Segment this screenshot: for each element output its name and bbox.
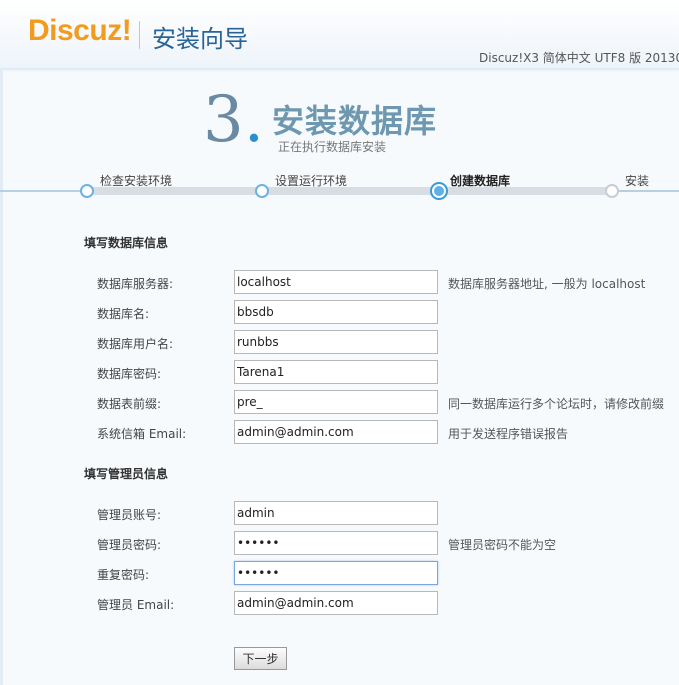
table-prefix-hint: 同一数据库运行多个论坛时，请修改前缀 (448, 397, 665, 411)
admin-email-input[interactable] (234, 591, 438, 615)
progress-node-2 (255, 184, 269, 198)
logo-separator (139, 21, 140, 49)
step-title: 安装数据库 (272, 102, 438, 140)
db-name-input[interactable] (234, 300, 438, 324)
next-step-button[interactable]: 下一步 (234, 647, 287, 670)
step-label-install: 安装 (625, 174, 650, 188)
admin-username-input[interactable] (234, 501, 438, 525)
db-name-label: 数据库名: (97, 307, 150, 321)
db-user-input[interactable] (234, 330, 438, 354)
step-label-check-env: 检查安装环境 (100, 174, 173, 188)
repeat-password-input[interactable] (234, 561, 438, 585)
progress-node-3 (430, 182, 448, 200)
progress-node-4 (605, 184, 619, 198)
admin-section-title: 填写管理员信息 (84, 467, 169, 481)
admin-email-label: 管理员 Email: (97, 598, 175, 612)
left-border (0, 70, 3, 685)
step-number: 3. (203, 83, 265, 157)
admin-password-input[interactable] (234, 531, 438, 555)
step-subtitle: 正在执行数据库安装 (278, 140, 387, 154)
admin-username-label: 管理员账号: (97, 508, 162, 522)
discuz-logo: Discuz! (28, 14, 132, 47)
table-prefix-label: 数据表前缀: (97, 397, 162, 411)
db-server-hint: 数据库服务器地址, 一般为 localhost (448, 277, 646, 291)
db-user-label: 数据库用户名: (97, 337, 174, 351)
db-section-title: 填写数据库信息 (84, 236, 169, 250)
wizard-title: 安装向导 (152, 25, 248, 53)
step-label-setup-env: 设置运行环境 (275, 174, 348, 188)
db-server-label: 数据库服务器: (97, 277, 174, 291)
progress-node-1 (80, 184, 94, 198)
admin-password-hint: 管理员密码不能为空 (448, 538, 557, 552)
system-email-input[interactable] (234, 420, 438, 444)
system-email-label: 系统信箱 Email: (97, 427, 187, 441)
table-prefix-input[interactable] (234, 390, 438, 414)
header-divider (0, 68, 679, 72)
admin-password-label: 管理员密码: (97, 538, 162, 552)
repeat-password-label: 重复密码: (97, 568, 150, 582)
db-password-input[interactable] (234, 360, 438, 384)
system-email-hint: 用于发送程序错误报告 (448, 427, 569, 441)
db-password-label: 数据库密码: (97, 367, 162, 381)
version-info: Discuz!X3 简体中文 UTF8 版 2013080 (479, 51, 679, 65)
db-server-input[interactable] (234, 270, 438, 294)
step-label-create-db: 创建数据库 (450, 174, 511, 188)
